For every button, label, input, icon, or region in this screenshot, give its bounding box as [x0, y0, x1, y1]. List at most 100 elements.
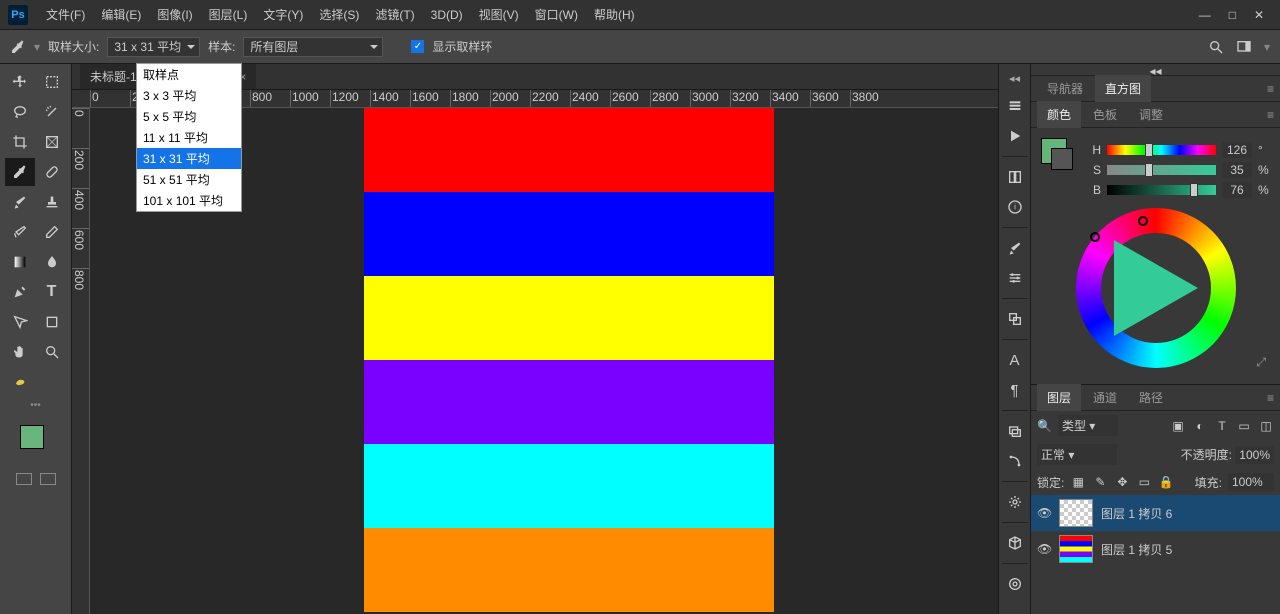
- tab-histogram[interactable]: 直方图: [1095, 75, 1151, 102]
- filter-image-icon[interactable]: ▣: [1170, 418, 1186, 434]
- info-icon[interactable]: i: [1002, 194, 1028, 220]
- 3d-icon[interactable]: [1002, 530, 1028, 556]
- window-minimize-icon[interactable]: —: [1199, 8, 1211, 22]
- tab-adjustments[interactable]: 调整: [1129, 101, 1173, 128]
- filter-type-icon[interactable]: T: [1214, 418, 1230, 434]
- color-swatches[interactable]: [20, 419, 44, 449]
- color-preview[interactable]: [1041, 138, 1077, 174]
- bri-slider[interactable]: [1107, 185, 1216, 195]
- lock-pixels-icon[interactable]: ▦: [1070, 474, 1086, 490]
- blend-mode-select[interactable]: 正常 ▾: [1037, 444, 1117, 465]
- eye-icon[interactable]: 👁: [1037, 506, 1051, 520]
- play-icon[interactable]: [1002, 123, 1028, 149]
- brush-panel-icon[interactable]: [1002, 235, 1028, 261]
- dd-51x51[interactable]: 51 x 51 平均: [137, 169, 241, 190]
- lasso-tool[interactable]: [5, 98, 35, 126]
- panel-menu-icon[interactable]: ≡: [1267, 108, 1274, 122]
- hand-tool[interactable]: [5, 338, 35, 366]
- tab-navigator[interactable]: 导航器: [1037, 75, 1093, 102]
- menu-select[interactable]: 选择(S): [311, 2, 367, 27]
- brush-settings-icon[interactable]: [1002, 265, 1028, 291]
- menu-3d[interactable]: 3D(D): [423, 4, 471, 26]
- show-ring-checkbox[interactable]: ✓: [411, 40, 424, 53]
- eraser-tool[interactable]: [37, 218, 67, 246]
- menu-help[interactable]: 帮助(H): [586, 2, 643, 27]
- tab-swatches[interactable]: 色板: [1083, 101, 1127, 128]
- libraries-icon[interactable]: [1002, 164, 1028, 190]
- menu-view[interactable]: 视图(V): [471, 2, 527, 27]
- pen-tool[interactable]: [5, 278, 35, 306]
- filter-smart-icon[interactable]: ◫: [1258, 418, 1274, 434]
- zoom-tool[interactable]: [37, 338, 67, 366]
- filter-adjust-icon[interactable]: ◐: [1192, 418, 1208, 434]
- window-close-icon[interactable]: ✕: [1254, 8, 1264, 22]
- dd-5x5[interactable]: 5 x 5 平均: [137, 106, 241, 127]
- filter-shape-icon[interactable]: ▭: [1236, 418, 1252, 434]
- sample-size-dropdown[interactable]: 31 x 31 平均: [107, 37, 200, 57]
- menu-layer[interactable]: 图层(L): [201, 2, 256, 27]
- hue-slider[interactable]: [1107, 145, 1216, 155]
- eye-icon[interactable]: 👁: [1037, 542, 1051, 556]
- eyedropper-tool[interactable]: [5, 158, 35, 186]
- search-icon[interactable]: [1208, 39, 1224, 55]
- dd-11x11[interactable]: 11 x 11 平均: [137, 127, 241, 148]
- paragraph-icon[interactable]: ¶: [1002, 377, 1028, 403]
- dd-point[interactable]: 取样点: [137, 64, 241, 85]
- gradient-tool[interactable]: [5, 248, 35, 276]
- shape-tool[interactable]: [37, 308, 67, 336]
- brush-tool[interactable]: [5, 188, 35, 216]
- layers-icon[interactable]: [1002, 418, 1028, 444]
- learn-icon[interactable]: [1002, 571, 1028, 597]
- menu-file[interactable]: 文件(F): [38, 2, 93, 27]
- lock-move-icon[interactable]: ✥: [1114, 474, 1130, 490]
- clone-icon[interactable]: [1002, 306, 1028, 332]
- window-maximize-icon[interactable]: □: [1229, 8, 1236, 22]
- layer-filter-type[interactable]: 类型 ▾: [1058, 415, 1118, 436]
- wand-tool[interactable]: [37, 98, 67, 126]
- menu-filter[interactable]: 滤镜(T): [367, 2, 422, 27]
- character-icon[interactable]: A: [1002, 347, 1028, 373]
- crop-tool[interactable]: [5, 128, 35, 156]
- standard-mode-button[interactable]: [16, 473, 32, 485]
- quickmask-mode-button[interactable]: [40, 473, 56, 485]
- heal-tool[interactable]: [37, 158, 67, 186]
- dock-expand-icon[interactable]: ◂◂: [1005, 68, 1024, 89]
- blur-tool[interactable]: [37, 248, 67, 276]
- opacity-input[interactable]: 100%: [1235, 446, 1274, 464]
- properties-icon[interactable]: [1002, 489, 1028, 515]
- move-tool[interactable]: [5, 68, 35, 96]
- path-tool[interactable]: [5, 308, 35, 336]
- expand-icon[interactable]: ⤢: [1256, 355, 1266, 370]
- frame-tool[interactable]: [37, 128, 67, 156]
- workspace-icon[interactable]: [1236, 39, 1252, 55]
- foreground-swatch[interactable]: [20, 425, 44, 449]
- panel-menu-icon[interactable]: ≡: [1267, 82, 1274, 96]
- history-icon[interactable]: [1002, 93, 1028, 119]
- marquee-tool[interactable]: [37, 68, 67, 96]
- lock-artboard-icon[interactable]: ▭: [1136, 474, 1152, 490]
- lock-brush-icon[interactable]: ✎: [1092, 474, 1108, 490]
- panel-menu-icon[interactable]: ≡: [1267, 391, 1274, 405]
- menu-window[interactable]: 窗口(W): [527, 2, 586, 27]
- dd-31x31[interactable]: 31 x 31 平均: [137, 148, 241, 169]
- fill-input[interactable]: 100%: [1228, 473, 1274, 491]
- menu-type[interactable]: 文字(Y): [255, 2, 311, 27]
- dd-3x3[interactable]: 3 x 3 平均: [137, 85, 241, 106]
- bri-value[interactable]: 76: [1222, 182, 1252, 198]
- tab-paths[interactable]: 路径: [1129, 384, 1173, 411]
- menu-image[interactable]: 图像(I): [149, 2, 200, 27]
- extra-tool[interactable]: [5, 368, 35, 396]
- layer-item[interactable]: 👁 图层 1 拷贝 6: [1031, 495, 1280, 531]
- sat-value[interactable]: 35: [1222, 162, 1252, 178]
- stamp-tool[interactable]: [37, 188, 67, 216]
- color-wheel[interactable]: [1076, 208, 1236, 368]
- menu-edit[interactable]: 编辑(E): [93, 2, 149, 27]
- hue-value[interactable]: 126: [1222, 142, 1252, 158]
- tab-layers[interactable]: 图层: [1037, 384, 1081, 411]
- tab-color[interactable]: 颜色: [1037, 101, 1081, 128]
- layer-item[interactable]: 👁 图层 1 拷贝 5: [1031, 531, 1280, 567]
- paths-icon[interactable]: [1002, 448, 1028, 474]
- dock-collapse-icon[interactable]: ◂◂: [1149, 64, 1161, 75]
- dd-101x101[interactable]: 101 x 101 平均: [137, 190, 241, 211]
- sample-layers-dropdown[interactable]: 所有图层: [243, 37, 383, 57]
